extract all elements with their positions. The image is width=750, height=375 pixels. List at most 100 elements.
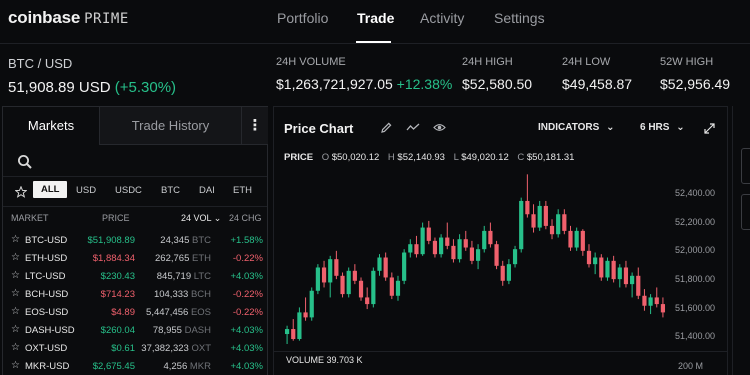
candle [562, 209, 567, 235]
candlestick-chart[interactable] [278, 167, 670, 353]
candle [402, 249, 407, 285]
candle [525, 174, 530, 218]
volume-label: VOLUME 39.703 K [286, 355, 363, 365]
star-icon[interactable]: ☆ [11, 360, 20, 371]
market-row[interactable]: ☆ OXT-USD $0.61 37,382,323 OXT +4.03% [3, 341, 267, 359]
market-symbol: BTC-USD [25, 235, 68, 246]
y-tick: 51,800.00 [674, 274, 715, 284]
nav-activity[interactable]: Activity [420, 10, 464, 26]
y-tick: 52,400.00 [674, 188, 715, 198]
filter-dai[interactable]: DAI [199, 185, 215, 196]
chart-title: Price Chart [284, 121, 354, 136]
candle-body [321, 267, 327, 283]
candle [630, 272, 635, 298]
more-options-button[interactable]: ⋮ [241, 107, 268, 145]
star-icon[interactable]: ☆ [11, 234, 20, 245]
candle-body [377, 257, 382, 271]
market-volume-cell: 4,256 MKR [163, 361, 211, 372]
market-search[interactable] [3, 145, 267, 177]
candle-body [648, 297, 653, 306]
star-icon[interactable]: ☆ [11, 324, 20, 335]
market-row[interactable]: ☆ BTC-USD $51,908.89 24,345 BTC +1.58% [3, 233, 267, 251]
candle-body [488, 230, 493, 245]
col-change[interactable]: 24 CHG [229, 213, 262, 223]
indicators-dropdown[interactable]: INDICATORS ⌄ [538, 122, 614, 133]
market-row[interactable]: ☆ LTC-USD $230.43 845,719 LTC +4.03% [3, 269, 267, 287]
nav-portfolio[interactable]: Portfolio [277, 10, 328, 26]
market-price: $230.43 [100, 271, 135, 282]
candle [451, 239, 456, 263]
col-volume[interactable]: 24 VOL ⌄ [181, 213, 221, 224]
chevron-down-icon: ⌄ [676, 122, 685, 133]
nav-trade[interactable]: Trade [357, 10, 394, 26]
candle-body [328, 259, 333, 283]
interval-dropdown[interactable]: 6 HRS ⌄ [640, 122, 685, 133]
star-icon[interactable]: ☆ [11, 342, 20, 353]
brand-logo[interactable]: coinbase PRIME [8, 8, 129, 28]
candle [531, 204, 536, 233]
candle [586, 244, 592, 268]
col-market[interactable]: MARKET [11, 213, 49, 223]
candle-body [451, 245, 456, 260]
candle-body [623, 267, 629, 285]
candle [346, 267, 351, 298]
expand-icon[interactable] [704, 123, 715, 134]
market-volume-currency: LTC [193, 271, 211, 282]
market-volume-cell: 5,447,456 EOS [146, 307, 211, 318]
eye-icon[interactable] [433, 121, 446, 134]
market-change: +4.03% [230, 361, 264, 372]
market-price: $714.23 [100, 289, 135, 300]
order-control[interactable] [741, 148, 750, 184]
candle [432, 237, 438, 258]
star-icon[interactable]: ☆ [11, 306, 20, 317]
pair-label[interactable]: BTC / USD [8, 56, 176, 71]
tab-markets[interactable]: Markets [3, 107, 99, 145]
favorites-star-icon[interactable] [15, 186, 27, 198]
y-tick: 52,200.00 [674, 217, 715, 227]
stat-24h-low: 24H LOW $49,458.87 [562, 56, 632, 92]
candle-body [630, 275, 635, 285]
col-price[interactable]: PRICE [102, 213, 130, 223]
market-row[interactable]: ☆ BCH-USD $714.23 104,333 BCH -0.22% [3, 287, 267, 305]
tab-trade-history[interactable]: Trade History [99, 107, 241, 145]
indicators-label: INDICATORS [538, 122, 600, 133]
market-volume-currency: BTC [192, 235, 211, 246]
candle [365, 287, 370, 310]
filter-all[interactable]: ALL [33, 181, 68, 198]
draw-pencil-icon[interactable] [380, 121, 393, 134]
pair-price: 51,908.89 USD [8, 79, 111, 96]
market-row[interactable]: ☆ DASH-USD $260.04 78,955 DASH +4.03% [3, 323, 267, 341]
candle-body [389, 277, 394, 296]
interval-label: 6 HRS [640, 122, 670, 133]
candle-body [420, 227, 425, 255]
star-icon[interactable]: ☆ [11, 288, 20, 299]
market-row[interactable]: ☆ MKR-USD $2,675.45 4,256 MKR +4.03% [3, 359, 267, 375]
filter-usdc[interactable]: USDC [115, 185, 142, 196]
candle-body [562, 214, 567, 231]
star-icon[interactable]: ☆ [11, 252, 20, 263]
line-chart-icon[interactable] [406, 121, 420, 134]
filter-eth[interactable]: ETH [233, 185, 252, 196]
volume-divider [274, 351, 727, 352]
market-row[interactable]: ☆ EOS-USD $4.89 5,447,456 EOS -0.22% [3, 305, 267, 323]
nav-settings[interactable]: Settings [494, 10, 545, 26]
market-symbol: BCH-USD [25, 289, 69, 300]
candle-body [408, 244, 413, 253]
search-icon[interactable] [17, 154, 33, 170]
market-row[interactable]: ☆ ETH-USD $1,884.34 262,765 ETH -0.22% [3, 251, 267, 269]
filter-usd[interactable]: USD [76, 185, 96, 196]
candle-body [611, 260, 616, 280]
candle [463, 230, 468, 251]
order-control[interactable] [741, 194, 750, 230]
market-symbol: ETH-USD [25, 253, 68, 264]
candle [512, 245, 518, 268]
market-volume: 104,333 [153, 289, 189, 300]
market-change: +1.58% [230, 235, 264, 246]
candle [500, 260, 505, 286]
candle [660, 297, 666, 318]
filter-btc[interactable]: BTC [161, 185, 180, 196]
candle-body [365, 297, 370, 305]
candle [475, 244, 481, 270]
markets-panel: Markets Trade History ⋮ ALL USD USDC BTC… [2, 106, 268, 375]
star-icon[interactable]: ☆ [11, 270, 20, 281]
